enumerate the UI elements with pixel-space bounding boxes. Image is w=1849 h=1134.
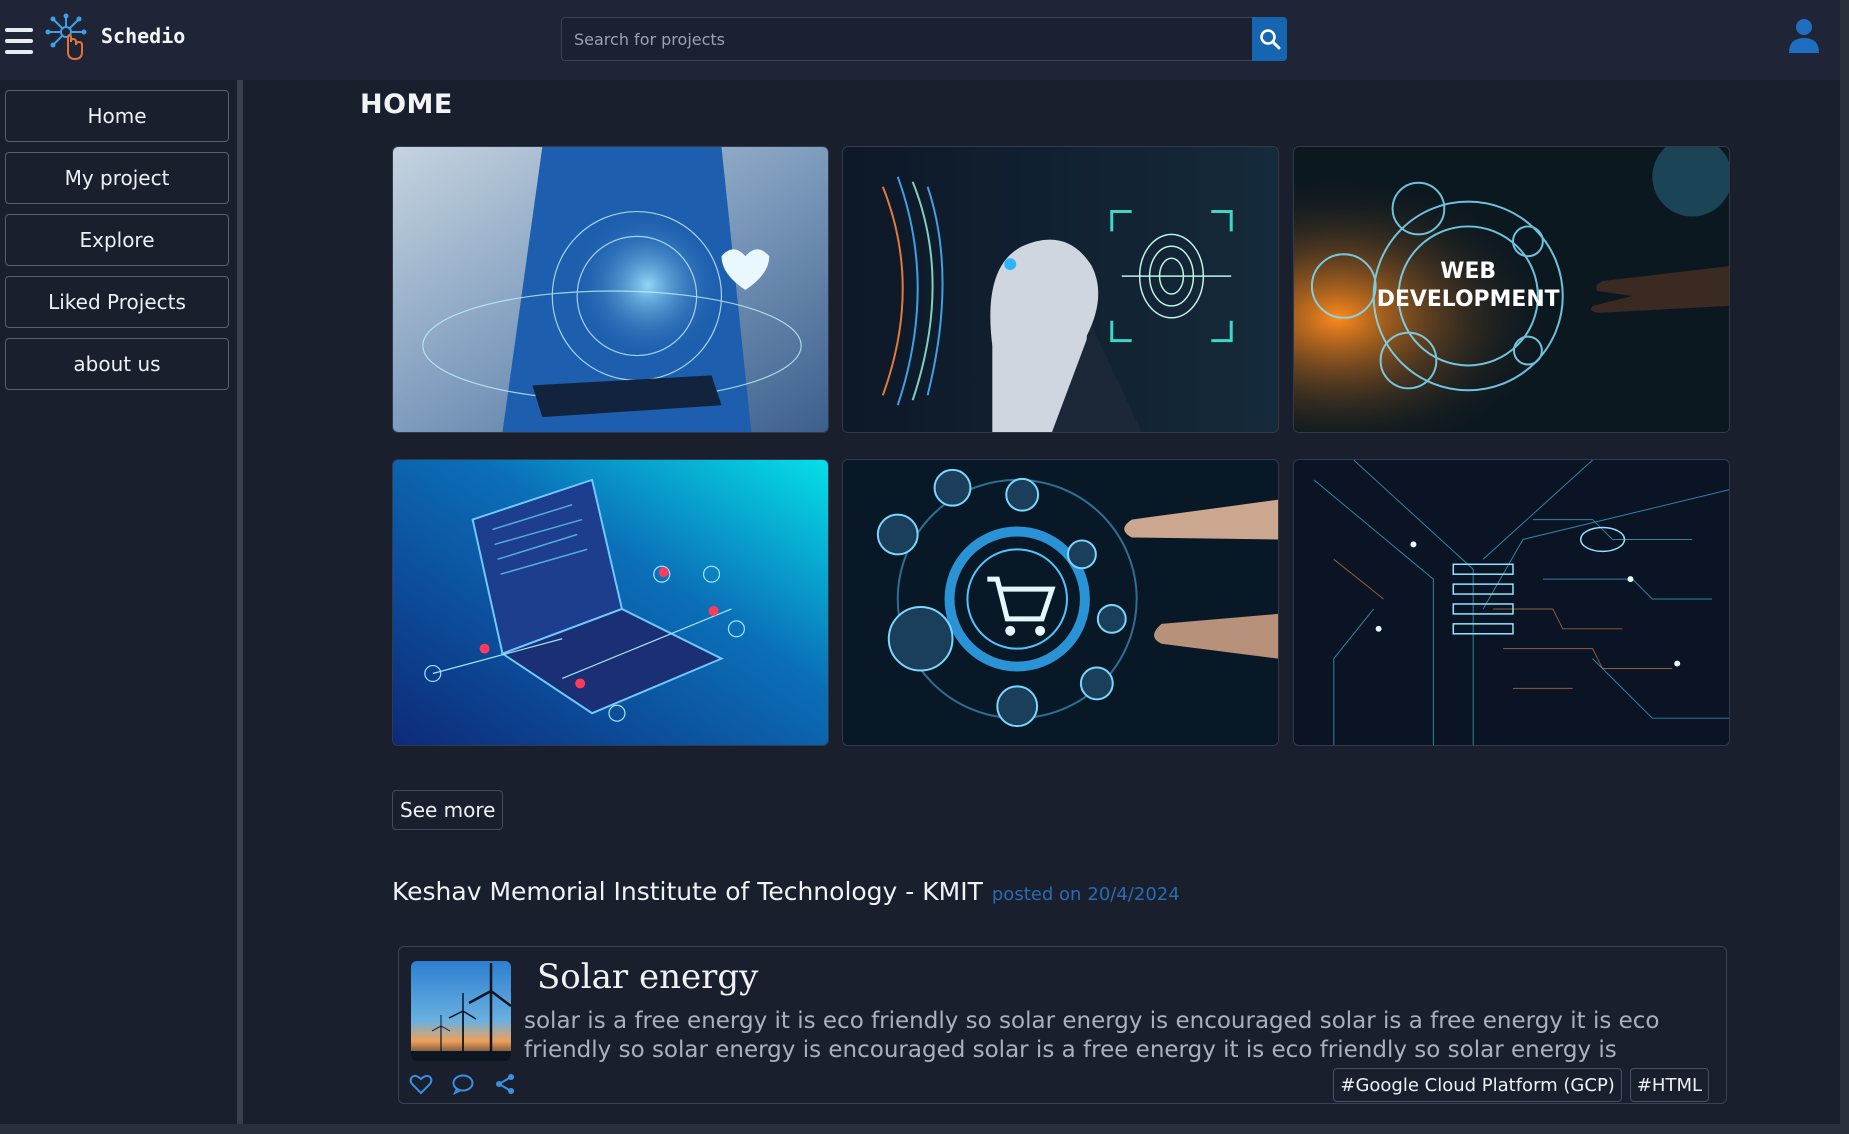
- project-description: solar is a free energy it is eco friendl…: [524, 1008, 1660, 1063]
- circuit-board-image: [1294, 460, 1729, 745]
- see-more-button[interactable]: See more: [392, 790, 504, 830]
- page-title: HOME: [360, 89, 453, 120]
- post-header: Keshav Memorial Institute of Technology …: [392, 877, 1180, 906]
- tag-gcp[interactable]: #Google Cloud Platform (GCP): [1333, 1068, 1622, 1102]
- page-scrollbar[interactable]: [1840, 0, 1849, 1134]
- tag-list: #Google Cloud Platform (GCP) #HTML: [1333, 1068, 1709, 1102]
- search-icon: [1259, 29, 1280, 50]
- project-tile-medical[interactable]: [392, 146, 829, 433]
- laptop-network-image: [393, 460, 828, 745]
- project-tile-circuit[interactable]: [1293, 459, 1730, 746]
- sidebar-item-my-project[interactable]: My project: [5, 152, 229, 204]
- user-avatar-icon[interactable]: [1786, 17, 1822, 53]
- search-button[interactable]: [1252, 17, 1287, 61]
- heart-icon[interactable]: [409, 1073, 433, 1095]
- search-input[interactable]: [561, 17, 1252, 61]
- post-organization[interactable]: Keshav Memorial Institute of Technology …: [392, 877, 983, 906]
- wind-turbine-image: [411, 961, 511, 1061]
- share-icon[interactable]: [493, 1073, 517, 1095]
- project-card[interactable]: Solar energy solar is a free energy it i…: [398, 946, 1727, 1104]
- post-date: 20/4/2024: [1087, 884, 1180, 905]
- top-bar: Schedio: [0, 0, 1840, 80]
- project-title[interactable]: Solar energy: [537, 957, 758, 997]
- sidebar-divider: [237, 80, 243, 1124]
- svg-text:DEVELOPMENT: DEVELOPMENT: [1377, 287, 1560, 312]
- comment-icon[interactable]: [451, 1073, 475, 1096]
- schedio-logo-icon[interactable]: [44, 12, 88, 62]
- hamburger-menu-icon[interactable]: [5, 28, 33, 54]
- ai-robot-fingerprint-image: [843, 147, 1278, 432]
- sidebar-item-home[interactable]: Home: [5, 90, 229, 142]
- svg-text:WEB: WEB: [1440, 259, 1496, 284]
- card-actions: [409, 1073, 517, 1096]
- sidebar-item-about-us[interactable]: about us: [5, 338, 229, 390]
- brand-name[interactable]: Schedio: [101, 24, 185, 48]
- sidebar-item-explore[interactable]: Explore: [5, 214, 229, 266]
- post-meta: posted on 20/4/2024: [992, 884, 1180, 905]
- search-bar: [561, 17, 1287, 61]
- web-development-image: WEB DEVELOPMENT: [1294, 147, 1729, 432]
- ecommerce-cart-image: [843, 460, 1278, 745]
- tag-html[interactable]: #HTML: [1629, 1068, 1709, 1102]
- project-tile-web-development[interactable]: WEB DEVELOPMENT: [1293, 146, 1730, 433]
- medical-tech-image: [393, 147, 828, 432]
- project-tile-ai[interactable]: [842, 146, 1279, 433]
- sidebar-item-liked-projects[interactable]: Liked Projects: [5, 276, 229, 328]
- horizontal-scrollbar[interactable]: [0, 1124, 1849, 1134]
- project-tile-laptop-network[interactable]: [392, 459, 829, 746]
- project-thumbnail[interactable]: [411, 961, 511, 1061]
- posted-on-label: posted on: [991, 884, 1082, 905]
- project-tile-ecommerce[interactable]: [842, 459, 1279, 746]
